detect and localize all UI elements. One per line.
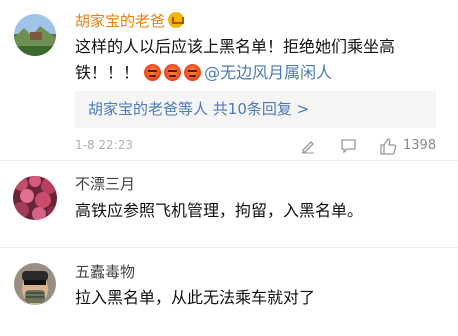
mention-link[interactable]: @无边风月属闲人 xyxy=(204,63,332,82)
comment-text: 高铁应参照飞机管理，拘留，入黑名单。 xyxy=(75,201,364,220)
comment-item: 不漂三月 高铁应参照飞机管理，拘留，入黑名单。 xyxy=(0,161,458,247)
member-crown-icon xyxy=(168,12,185,28)
angry-emoji-icon xyxy=(144,64,162,81)
comment-icon[interactable] xyxy=(340,138,357,158)
chevron-right-icon: > xyxy=(296,100,310,118)
username[interactable]: 胡家宝的老爸 xyxy=(75,12,165,30)
timestamp: 1-8 22:23 xyxy=(75,138,133,152)
like-count: 1398 xyxy=(403,138,437,153)
username-row: 胡家宝的老爸 xyxy=(75,10,185,31)
username-row: 五蠹毒物 xyxy=(75,261,135,282)
comment-text-line: 铁！！！ @无边风月属闲人 xyxy=(75,63,333,82)
username[interactable]: 五蠹毒物 xyxy=(75,263,135,281)
avatar[interactable] xyxy=(14,14,56,56)
replies-summary[interactable]: 胡家宝的老爸等人 共10条回复 > xyxy=(75,91,436,128)
username-row: 不漂三月 xyxy=(75,173,135,194)
comment-meta: 1-8 22:23 1398 xyxy=(75,138,440,156)
like-icon[interactable] xyxy=(379,138,397,159)
comment-text: 这样的人以后应该上黑名单！拒绝她们乘坐高 铁！！！ @无边风月属闲人 xyxy=(75,34,395,86)
username[interactable]: 不漂三月 xyxy=(75,175,135,193)
comment-text: 拉入黑名单，从此无法乘车就对了 xyxy=(75,288,316,307)
comment-item: 五蠹毒物 拉入黑名单，从此无法乘车就对了 xyxy=(0,248,458,336)
avatar[interactable] xyxy=(13,176,57,220)
edit-reply-icon[interactable] xyxy=(300,138,316,158)
angry-emoji-icon xyxy=(164,64,182,81)
avatar[interactable] xyxy=(14,263,56,305)
comment-text-line: 这样的人以后应该上黑名单！拒绝她们乘坐高 xyxy=(75,37,396,56)
comment-item: 胡家宝的老爸 这样的人以后应该上黑名单！拒绝她们乘坐高 铁！！！ @无边风月属闲… xyxy=(0,0,458,160)
angry-emoji-icon xyxy=(184,64,202,81)
